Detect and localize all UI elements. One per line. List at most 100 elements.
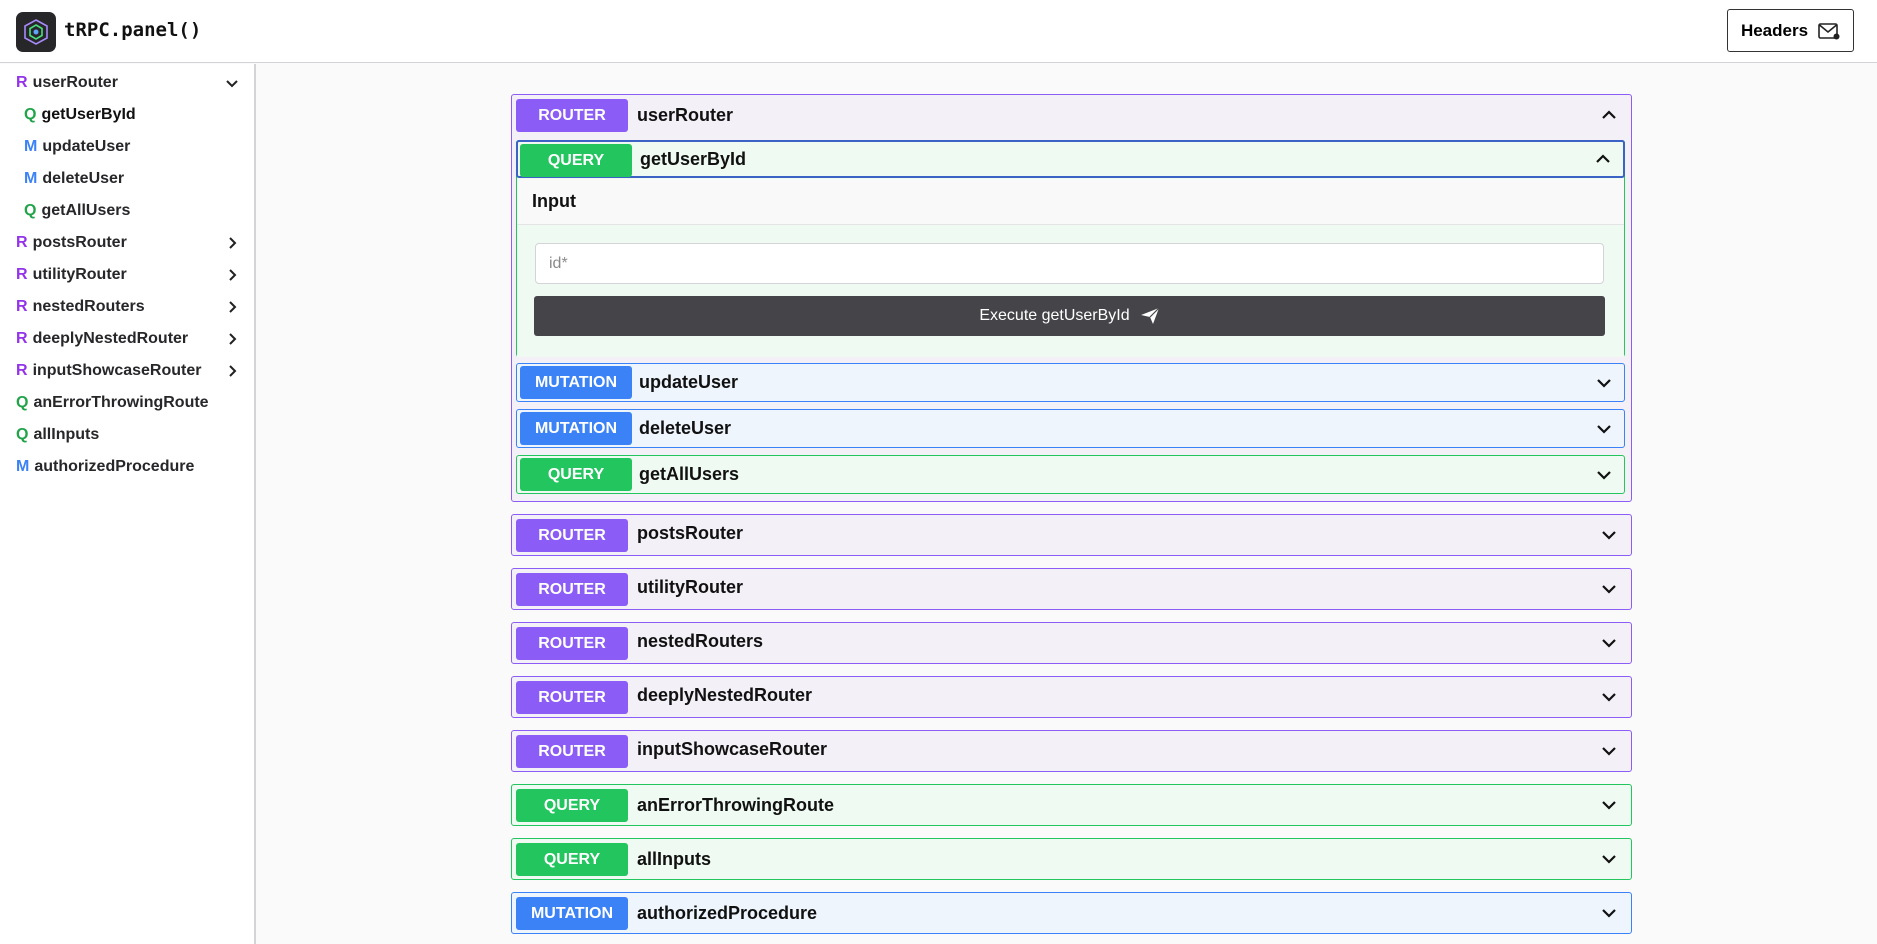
router-name: deeplyNestedRouter xyxy=(637,685,813,705)
sidebar-item-allinputs[interactable]: Q allInputs xyxy=(16,422,99,448)
sidebar-item-userrouter[interactable]: R userRouter xyxy=(16,70,246,96)
router-badge: ROUTER xyxy=(516,681,628,714)
sidebar-item-getuserbyid[interactable]: Q getUserById xyxy=(24,102,136,128)
mutation-badge: MUTATION xyxy=(520,366,632,399)
deeplynestedrouter-panel[interactable]: ROUTER deeplyNestedRouter xyxy=(511,676,1632,718)
anerrorthrowingroute-panel[interactable]: QUERY anErrorThrowingRoute xyxy=(511,784,1632,826)
main-content: ROUTER userRouter QUERY getUserById Inpu… xyxy=(258,64,1877,944)
top-bar: tRPC.panel() Headers xyxy=(0,0,1877,63)
headers-button-label: Headers xyxy=(1740,20,1809,40)
procedure-name: deleteUser xyxy=(639,418,732,438)
deleteuser-panel[interactable]: MUTATION deleteUser xyxy=(516,409,1625,448)
router-letter: R xyxy=(16,74,28,91)
chevron-down-icon xyxy=(1602,693,1616,702)
procedure-input-area: Input Execute getUserById xyxy=(517,179,1624,357)
sidebar-item-deeplynestedrouter[interactable]: R deeplyNestedRouter xyxy=(16,326,246,352)
utilityrouter-panel[interactable]: ROUTER utilityRouter xyxy=(511,568,1632,610)
query-letter: Q xyxy=(16,394,29,411)
router-badge: ROUTER xyxy=(516,519,628,552)
router-letter: R xyxy=(16,362,28,379)
sidebar-item-label: nestedRouters xyxy=(32,298,145,315)
headers-button[interactable]: Headers xyxy=(1727,9,1854,52)
trpc-logo-icon xyxy=(16,12,56,52)
sidebar-item-nestedrouters[interactable]: R nestedRouters xyxy=(16,294,246,320)
authorizedprocedure-panel[interactable]: MUTATION authorizedProcedure xyxy=(511,892,1632,934)
router-name: userRouter xyxy=(637,104,734,125)
sidebar-item-label: userRouter xyxy=(32,74,118,91)
procedure-name: getAllUsers xyxy=(639,464,740,484)
app-title: tRPC.panel() xyxy=(64,19,202,41)
input-section-label: Input xyxy=(517,179,1624,225)
getuserbyid-panel: QUERY getUserById Input Execute getUserB… xyxy=(516,140,1625,357)
allinputs-panel[interactable]: QUERY allInputs xyxy=(511,838,1632,880)
procedure-name: updateUser xyxy=(639,372,739,392)
router-badge: ROUTER xyxy=(516,627,628,660)
chevron-down-icon xyxy=(1602,585,1616,594)
procedure-name: authorizedProcedure xyxy=(637,903,818,923)
sidebar-item-inputshowcaserouter[interactable]: R inputShowcaseRouter xyxy=(16,358,246,384)
sidebar-item-label: allInputs xyxy=(33,426,100,443)
procedure-name: allInputs xyxy=(637,849,712,869)
chevron-down-icon xyxy=(1602,909,1616,918)
send-icon xyxy=(1140,307,1160,324)
mutation-badge: MUTATION xyxy=(516,897,628,930)
userrouter-panel: ROUTER userRouter QUERY getUserById Inpu… xyxy=(511,94,1632,502)
sidebar-item-deleteuser[interactable]: M deleteUser xyxy=(24,166,124,192)
mutation-letter: M xyxy=(16,458,30,475)
router-badge: ROUTER xyxy=(516,573,628,606)
chevron-down-icon xyxy=(1597,471,1611,480)
chevron-right-icon xyxy=(229,333,237,345)
chevron-up-icon xyxy=(1596,154,1610,163)
query-letter: Q xyxy=(24,106,37,123)
sidebar-item-label: getUserById xyxy=(41,106,136,123)
execute-button-label: Execute getUserById xyxy=(979,307,1130,324)
execute-button[interactable]: Execute getUserById xyxy=(534,296,1605,336)
chevron-down-icon xyxy=(1602,801,1616,810)
query-letter: Q xyxy=(16,426,29,443)
chevron-right-icon xyxy=(229,365,237,377)
sidebar-item-label: deleteUser xyxy=(42,170,125,187)
chevron-right-icon xyxy=(229,237,237,249)
userrouter-header[interactable]: ROUTER userRouter xyxy=(512,95,1631,135)
sidebar-item-utilityrouter[interactable]: R utilityRouter xyxy=(16,262,246,288)
sidebar-item-label: authorizedProcedure xyxy=(34,458,195,475)
sidebar-item-label: postsRouter xyxy=(32,234,127,251)
inputshowcaserouter-panel[interactable]: ROUTER inputShowcaseRouter xyxy=(511,730,1632,772)
router-name: utilityRouter xyxy=(637,577,743,597)
getallusers-panel[interactable]: QUERY getAllUsers xyxy=(516,455,1625,494)
chevron-down-icon xyxy=(1602,639,1616,648)
router-letter: R xyxy=(16,330,28,347)
sidebar-item-authorizedprocedure[interactable]: M authorizedProcedure xyxy=(16,454,194,480)
query-badge: QUERY xyxy=(520,144,632,177)
updateuser-panel[interactable]: MUTATION updateUser xyxy=(516,363,1625,402)
chevron-up-icon xyxy=(1602,110,1616,119)
chevron-down-icon xyxy=(1602,855,1616,864)
mutation-letter: M xyxy=(24,138,38,155)
sidebar-item-label: updateUser xyxy=(42,138,131,155)
sidebar-item-postsrouter[interactable]: R postsRouter xyxy=(16,230,246,256)
chevron-down-icon xyxy=(1597,379,1611,388)
id-input[interactable] xyxy=(535,243,1604,284)
chevron-down-icon xyxy=(226,80,238,88)
sidebar-item-label: getAllUsers xyxy=(41,202,131,219)
chevron-right-icon xyxy=(229,301,237,313)
chevron-down-icon xyxy=(1597,425,1611,434)
router-letter: R xyxy=(16,298,28,315)
procedure-name: anErrorThrowingRoute xyxy=(637,795,834,815)
query-badge: QUERY xyxy=(516,843,628,876)
sidebar-item-anerrorthrowingroute[interactable]: Q anErrorThrowingRoute xyxy=(16,390,209,416)
query-badge: QUERY xyxy=(520,458,632,491)
router-name: nestedRouters xyxy=(637,631,764,651)
sidebar-item-label: inputShowcaseRouter xyxy=(32,362,202,379)
nestedrouters-panel[interactable]: ROUTER nestedRouters xyxy=(511,622,1632,664)
chevron-right-icon xyxy=(229,269,237,281)
router-name: inputShowcaseRouter xyxy=(637,739,828,759)
getuserbyid-header[interactable]: QUERY getUserById xyxy=(516,140,1625,178)
postsrouter-panel[interactable]: ROUTER postsRouter xyxy=(511,514,1632,556)
sidebar: R userRouter Q getUserById M updateUser … xyxy=(0,64,256,944)
router-badge: ROUTER xyxy=(516,99,628,132)
query-letter: Q xyxy=(24,202,37,219)
sidebar-item-getallusers[interactable]: Q getAllUsers xyxy=(24,198,130,224)
sidebar-item-updateuser[interactable]: M updateUser xyxy=(24,134,130,160)
mutation-letter: M xyxy=(24,170,38,187)
